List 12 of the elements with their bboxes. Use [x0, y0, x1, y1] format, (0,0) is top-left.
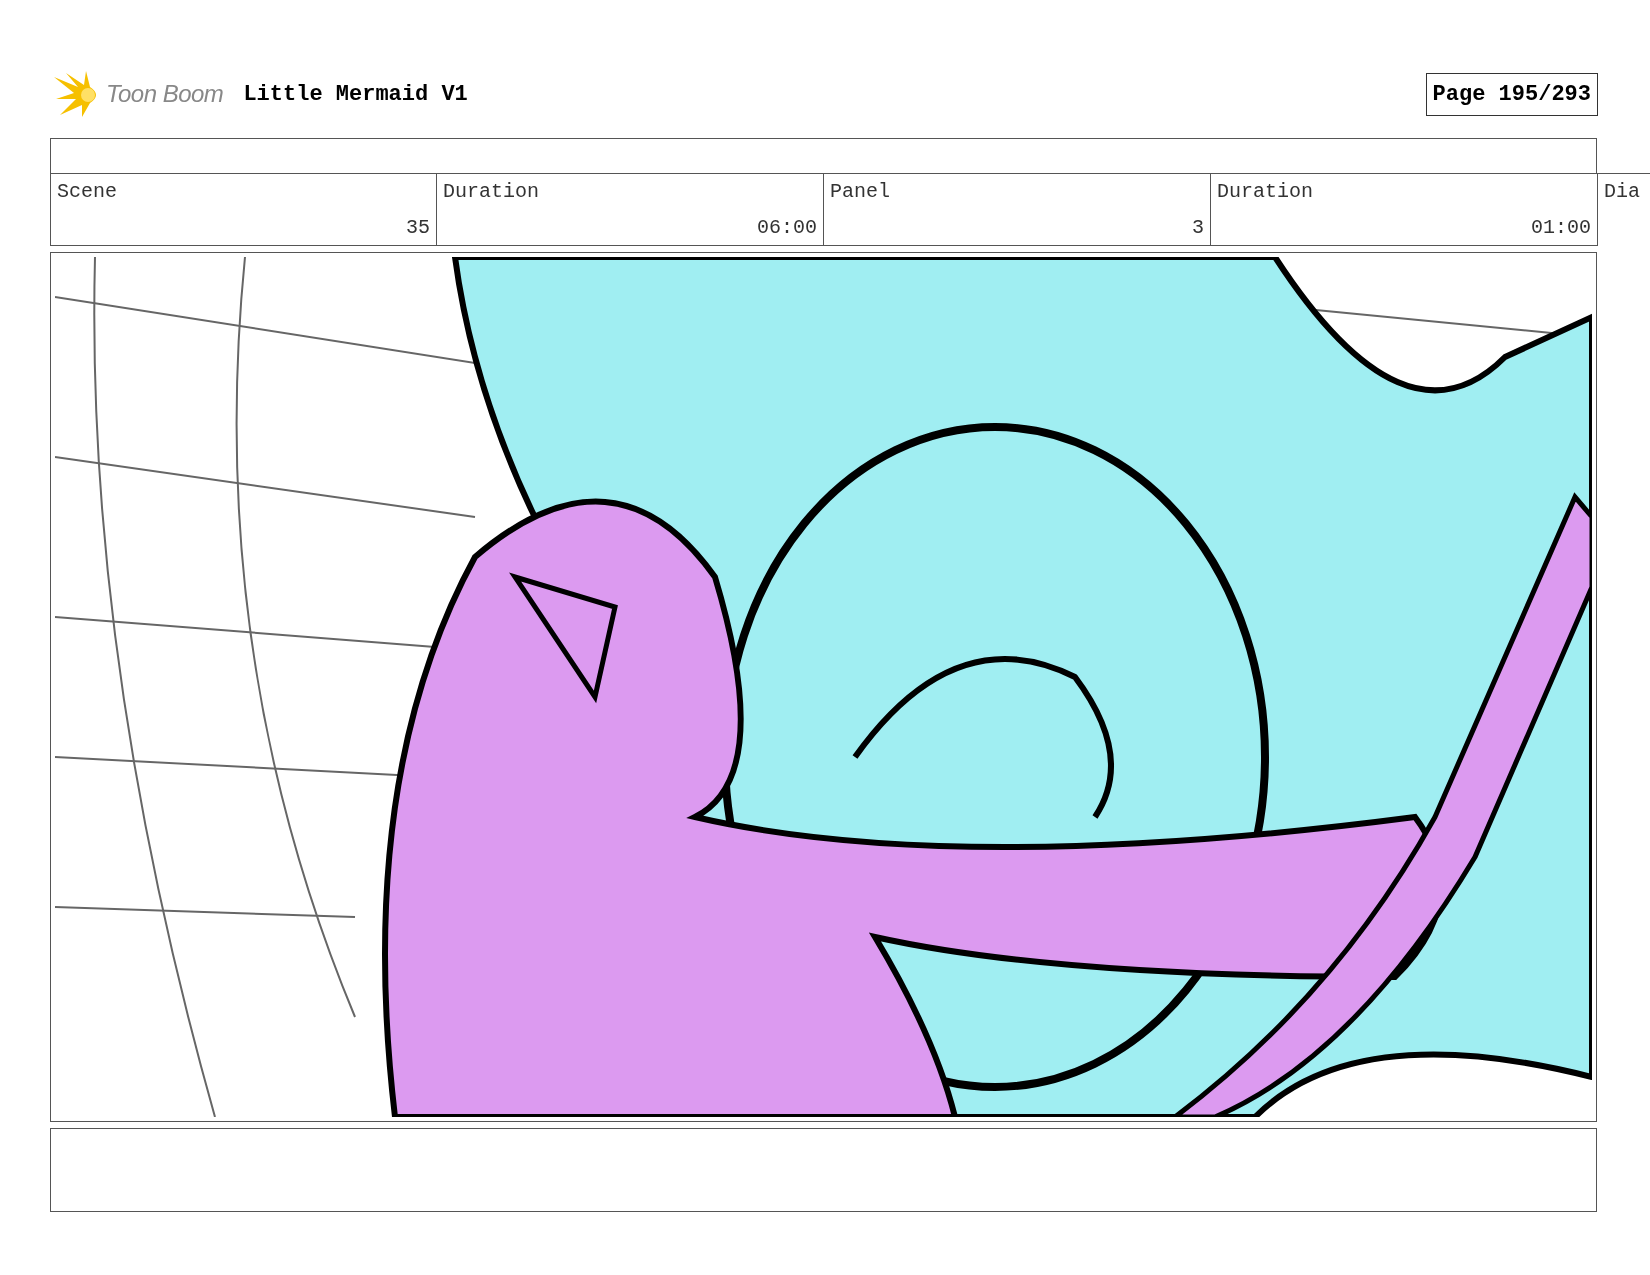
field-label: Dia — [1604, 180, 1641, 203]
field-value: 06:00 — [757, 216, 817, 239]
page-number: Page 195/293 — [1425, 72, 1598, 116]
logo-text: Toon Boom — [106, 80, 224, 108]
field-label: Duration — [443, 180, 540, 203]
field-label: Duration — [1217, 180, 1314, 203]
field-value: 35 — [406, 216, 430, 239]
field-value: 01:00 — [1531, 216, 1591, 239]
field-label: Scene — [57, 180, 118, 203]
field-label: Panel — [830, 180, 891, 203]
project-title: Little Mermaid V1 — [243, 81, 468, 107]
field-value: 3 — [1192, 216, 1204, 239]
